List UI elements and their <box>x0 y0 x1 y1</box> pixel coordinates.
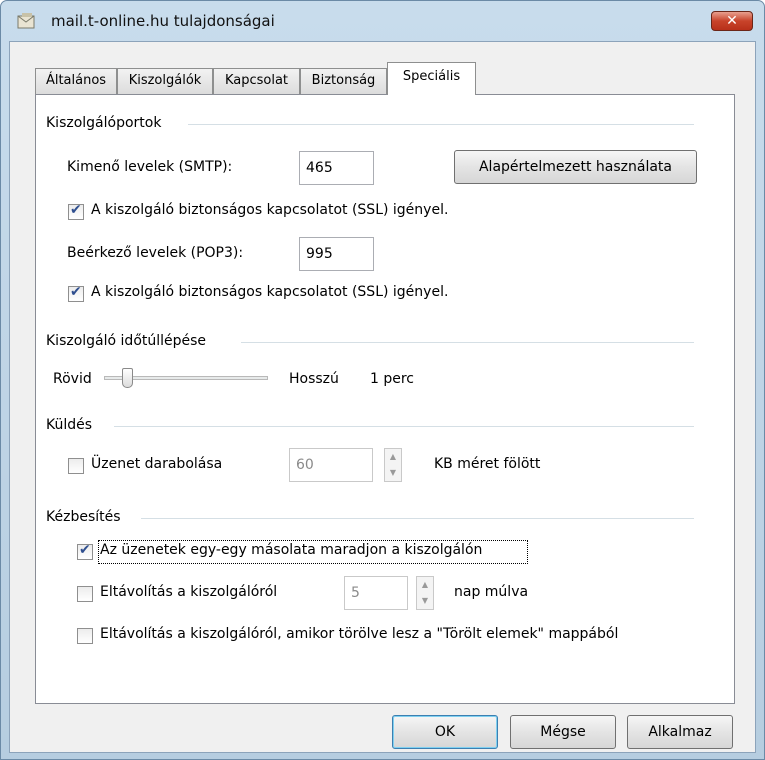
split-size-unit: KB méret fölött <box>434 456 541 472</box>
sending-group-title: Küldés <box>46 417 93 433</box>
ok-button[interactable]: OK <box>392 715 498 749</box>
delivery-group-title: Kézbesítés <box>46 509 121 525</box>
dialog-client-area: Általános Kiszolgálók Kapcsolat Biztonsá… <box>9 41 756 753</box>
timeout-slider-thumb[interactable] <box>122 368 134 388</box>
apply-button[interactable]: Alkalmaz <box>627 715 733 749</box>
remove-deleted-checkbox[interactable] <box>77 628 93 644</box>
remove-days-spinner[interactable]: ▲ ▼ <box>416 576 434 610</box>
advanced-tab-panel: Kiszolgálóportok Kimenő levelek (SMTP): … <box>35 94 735 704</box>
keep-copy-label: Az üzenetek egy-egy másolata maradjon a … <box>100 542 483 558</box>
timeout-value: 1 perc <box>370 371 415 387</box>
tab-advanced[interactable]: Speciális <box>387 62 476 95</box>
smtp-port-input[interactable]: 465 <box>299 151 374 185</box>
tab-security[interactable]: Biztonság <box>300 68 387 94</box>
smtp-ssl-label: A kiszolgáló biztonságos kapcsolatot (SS… <box>91 202 449 218</box>
remove-after-checkbox[interactable] <box>77 586 93 602</box>
spin-up-icon[interactable]: ▲ <box>417 577 433 593</box>
split-message-label: Üzenet darabolása <box>91 456 223 472</box>
delivery-divider <box>141 518 694 519</box>
split-size-spinner[interactable]: ▲ ▼ <box>384 448 402 482</box>
split-message-checkbox[interactable] <box>68 458 84 474</box>
window-title: mail.t-online.hu tulajdonságai <box>51 12 275 30</box>
remove-deleted-label: Eltávolítás a kiszolgálóról, amikor törö… <box>100 626 619 642</box>
title-bar[interactable]: mail.t-online.hu tulajdonságai ✕ <box>1 1 764 41</box>
cancel-button[interactable]: Mégse <box>510 715 616 749</box>
tab-servers[interactable]: Kiszolgálók <box>117 68 213 94</box>
remove-days-unit: nap múlva <box>454 584 529 600</box>
server-ports-group-title: Kiszolgálóportok <box>46 115 162 131</box>
timeout-divider <box>241 342 694 343</box>
split-size-input[interactable]: 60 <box>289 448 373 482</box>
timeout-short-label: Rövid <box>53 371 92 387</box>
mail-account-icon <box>17 13 35 29</box>
pop3-ssl-checkbox[interactable] <box>68 284 84 302</box>
smtp-label: Kimenő levelek (SMTP): <box>67 159 233 175</box>
tab-connection[interactable]: Kapcsolat <box>213 68 300 94</box>
spin-down-icon[interactable]: ▼ <box>385 465 401 481</box>
sending-divider <box>114 426 694 427</box>
smtp-ssl-checkbox[interactable] <box>68 202 84 220</box>
timeout-long-label: Hosszú <box>289 371 339 387</box>
spin-down-icon[interactable]: ▼ <box>417 593 433 609</box>
use-default-button[interactable]: Alapértelmezett használata <box>454 150 697 184</box>
remove-days-input[interactable]: 5 <box>344 576 408 610</box>
remove-after-label: Eltávolítás a kiszolgálóról <box>100 584 278 600</box>
tab-general[interactable]: Általános <box>35 68 117 94</box>
keep-copy-checkbox[interactable] <box>77 542 93 560</box>
pop3-ssl-label: A kiszolgáló biztonságos kapcsolatot (SS… <box>91 284 449 300</box>
close-icon: ✕ <box>726 13 738 29</box>
server-ports-divider <box>188 124 694 125</box>
close-button[interactable]: ✕ <box>711 11 753 31</box>
spin-up-icon[interactable]: ▲ <box>385 449 401 465</box>
pop3-label: Beérkező levelek (POP3): <box>67 245 244 261</box>
timeout-group-title: Kiszolgáló időtúllépése <box>46 333 207 349</box>
pop3-port-input[interactable]: 995 <box>299 237 374 271</box>
properties-dialog: mail.t-online.hu tulajdonságai ✕ Általán… <box>0 0 765 760</box>
